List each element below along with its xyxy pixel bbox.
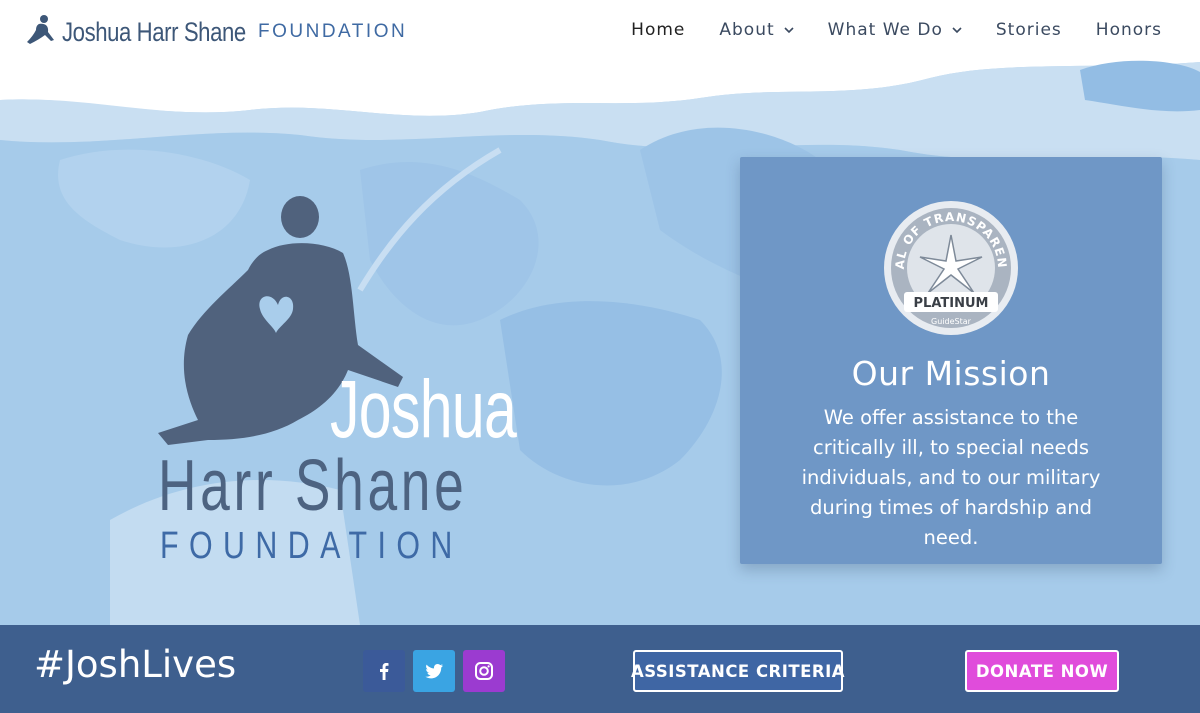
nav-item-about[interactable]: About [685,20,794,40]
twitter-icon [425,664,443,679]
hero-logo-foundation: FOUNDATION [160,525,463,567]
hero-logo-harr-shane: Harr Shane [158,446,468,526]
facebook-icon [380,663,389,680]
nav-label: Stories [995,20,1062,40]
nav-item-stories[interactable]: Stories [962,20,1062,40]
instagram-icon [475,662,493,680]
seal-brand-text: GuideStar [931,317,972,326]
nav-label: Honors [1095,20,1162,40]
twitter-button[interactable] [413,650,455,692]
instagram-button[interactable] [463,650,505,692]
nav-item-home[interactable]: Home [597,20,685,40]
mission-card: SEAL OF TRANSPARENCY PLATINUM GuideStar … [740,157,1162,564]
facebook-button[interactable] [363,650,405,692]
main-nav: Home About What We Do Stories Honors [597,20,1162,40]
site-header: Joshua Harr Shane FOUNDATION Home About … [0,0,1200,72]
guidestar-seal-icon[interactable]: SEAL OF TRANSPARENCY PLATINUM GuideStar [882,199,1020,337]
assistance-criteria-button[interactable]: ASSISTANCE CRITERIA [631,650,845,692]
logo-foundation: FOUNDATION [258,21,408,42]
sitting-figure-icon [27,15,54,44]
nav-label: What We Do [827,20,943,40]
site-logo[interactable]: Joshua Harr Shane FOUNDATION [24,12,407,52]
nav-item-honors[interactable]: Honors [1062,20,1162,40]
chevron-down-icon [952,27,962,34]
donate-now-button[interactable]: DONATE NOW [965,650,1119,692]
hero-logo: Joshua Harr Shane FOUNDATION [140,195,560,575]
logo-name: Joshua Harr Shane [62,16,246,47]
seal-level-text: PLATINUM [914,296,989,311]
mission-text: We offer assistance to the critically il… [801,406,1101,549]
hero-logo-joshua: Joshua [330,364,517,455]
chevron-down-icon [784,27,794,34]
action-bar: #JoshLives ASSISTANCE CRITERIA DONATE NO… [0,625,1200,713]
hashtag: #JoshLives [34,643,237,686]
mission-title: Our Mission [851,354,1051,393]
nav-label: About [719,20,775,40]
nav-label: Home [631,20,686,40]
nav-item-what-we-do[interactable]: What We Do [794,20,962,40]
